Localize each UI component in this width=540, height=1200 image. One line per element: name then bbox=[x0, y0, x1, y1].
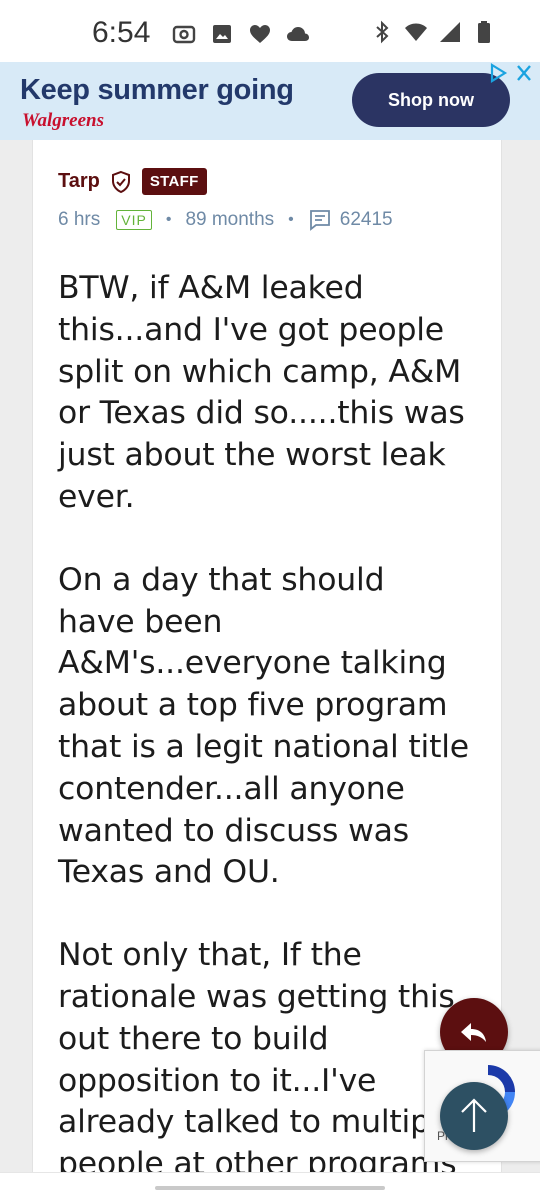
status-notification-icons bbox=[172, 22, 310, 46]
author-name[interactable]: Tarp bbox=[58, 170, 100, 193]
adchoices-icon[interactable] bbox=[487, 62, 509, 84]
cloud-icon bbox=[287, 27, 309, 41]
comment-count: 62415 bbox=[339, 209, 393, 230]
battery-icon bbox=[478, 21, 490, 43]
post-time: 6 hrs bbox=[58, 209, 101, 230]
meta-separator: • bbox=[288, 211, 294, 228]
shield-icon bbox=[111, 170, 130, 193]
arrow-up-icon bbox=[461, 1098, 487, 1132]
comments-icon bbox=[309, 210, 330, 231]
post-author-row: Tarp STAFF bbox=[58, 168, 207, 195]
vip-badge: VIP bbox=[116, 210, 152, 230]
signal-icon bbox=[440, 22, 460, 42]
meta-separator: • bbox=[165, 211, 172, 228]
heart-icon bbox=[250, 25, 270, 43]
status-time: 6:54 bbox=[92, 16, 151, 49]
screen: 6:54 Keep summer going Walgreens Shop no… bbox=[0, 0, 540, 1200]
wifi-icon bbox=[405, 23, 427, 41]
image-icon bbox=[213, 25, 231, 43]
bluetooth-icon bbox=[376, 20, 389, 44]
radio-icon bbox=[172, 25, 196, 44]
scroll-to-top-button[interactable] bbox=[440, 1082, 508, 1150]
post-paragraph: On a day that should have been A&M's...e… bbox=[58, 561, 469, 891]
gesture-handle[interactable] bbox=[155, 1186, 385, 1190]
status-system-icons bbox=[370, 20, 496, 44]
ad-brand-logo[interactable]: Walgreens bbox=[22, 110, 104, 132]
member-tenure: 89 months bbox=[185, 209, 275, 230]
status-bar: 6:54 bbox=[0, 0, 540, 62]
post-paragraph: BTW, if A&M leaked this...and I've got p… bbox=[58, 270, 465, 515]
staff-badge: STAFF bbox=[141, 168, 207, 195]
post-meta-row: 6 hrs VIP • 89 months • 62415 bbox=[58, 208, 393, 232]
reply-icon bbox=[461, 1023, 486, 1042]
ad-headline[interactable]: Keep summer going bbox=[20, 74, 294, 107]
close-icon[interactable] bbox=[512, 62, 536, 84]
